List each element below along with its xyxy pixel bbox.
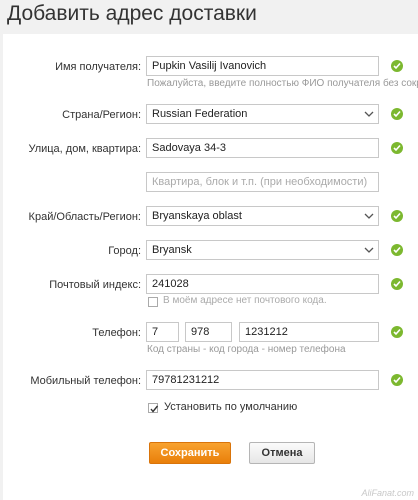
recipient-valid-icon bbox=[391, 60, 403, 72]
mobile-valid-icon bbox=[391, 374, 403, 386]
page-title: Добавить адрес доставки bbox=[7, 2, 257, 25]
apartment-input[interactable]: Квартира, блок и т.п. (при необходимости… bbox=[146, 172, 379, 192]
phone-label: Телефон: bbox=[92, 327, 141, 339]
save-button[interactable]: Сохранить bbox=[149, 442, 231, 464]
mobile-input[interactable]: 79781231212 bbox=[146, 370, 379, 390]
postal-label: Почтовый индекс: bbox=[49, 279, 141, 291]
country-label: Страна/Регион: bbox=[62, 109, 141, 121]
address-form: Имя получателя: Pupkin Vasilij Ivanovich… bbox=[3, 34, 418, 500]
default-checkbox[interactable] bbox=[148, 403, 159, 413]
cancel-button[interactable]: Отмена bbox=[249, 442, 315, 464]
phone-country-code-input[interactable]: 7 bbox=[146, 322, 179, 342]
chevron-down-icon bbox=[364, 213, 374, 219]
chevron-down-icon bbox=[364, 247, 374, 253]
city-label: Город: bbox=[108, 245, 141, 257]
country-select-value: Russian Federation bbox=[152, 108, 248, 120]
region-select-value: Bryanskaya oblast bbox=[152, 210, 242, 222]
street-input[interactable]: Sadovaya 34-3 bbox=[146, 138, 379, 158]
street-valid-icon bbox=[391, 142, 403, 154]
chevron-down-icon bbox=[364, 111, 374, 117]
no-postal-label: В моём адресе нет почтового кода. bbox=[163, 295, 327, 306]
default-label: Установить по умолчанию bbox=[164, 401, 298, 413]
postal-input[interactable]: 241028 bbox=[146, 274, 379, 294]
recipient-input[interactable]: Pupkin Vasilij Ivanovich bbox=[146, 56, 379, 76]
region-label: Край/Область/Регион: bbox=[28, 211, 141, 223]
phone-city-code-input[interactable]: 978 bbox=[185, 322, 232, 342]
region-valid-icon bbox=[391, 210, 403, 222]
no-postal-checkbox[interactable] bbox=[148, 297, 158, 307]
phone-hint: Код страны - код города - номер телефона bbox=[147, 344, 346, 355]
city-select[interactable]: Bryansk bbox=[146, 240, 379, 260]
checkmark-icon bbox=[150, 405, 159, 413]
street-label: Улица, дом, квартира: bbox=[28, 143, 141, 155]
mobile-label: Мобильный телефон: bbox=[30, 375, 141, 387]
phone-valid-icon bbox=[391, 326, 403, 338]
country-valid-icon bbox=[391, 108, 403, 120]
recipient-label: Имя получателя: bbox=[55, 61, 141, 73]
phone-number-input[interactable]: 1231212 bbox=[239, 322, 379, 342]
region-select[interactable]: Bryanskaya oblast bbox=[146, 206, 379, 226]
watermark: AliFanat.com bbox=[361, 488, 414, 498]
city-valid-icon bbox=[391, 244, 403, 256]
recipient-hint: Пожалуйста, введите полностью ФИО получа… bbox=[147, 78, 418, 89]
postal-valid-icon bbox=[391, 278, 403, 290]
country-select[interactable]: Russian Federation bbox=[146, 104, 379, 124]
city-select-value: Bryansk bbox=[152, 244, 192, 256]
